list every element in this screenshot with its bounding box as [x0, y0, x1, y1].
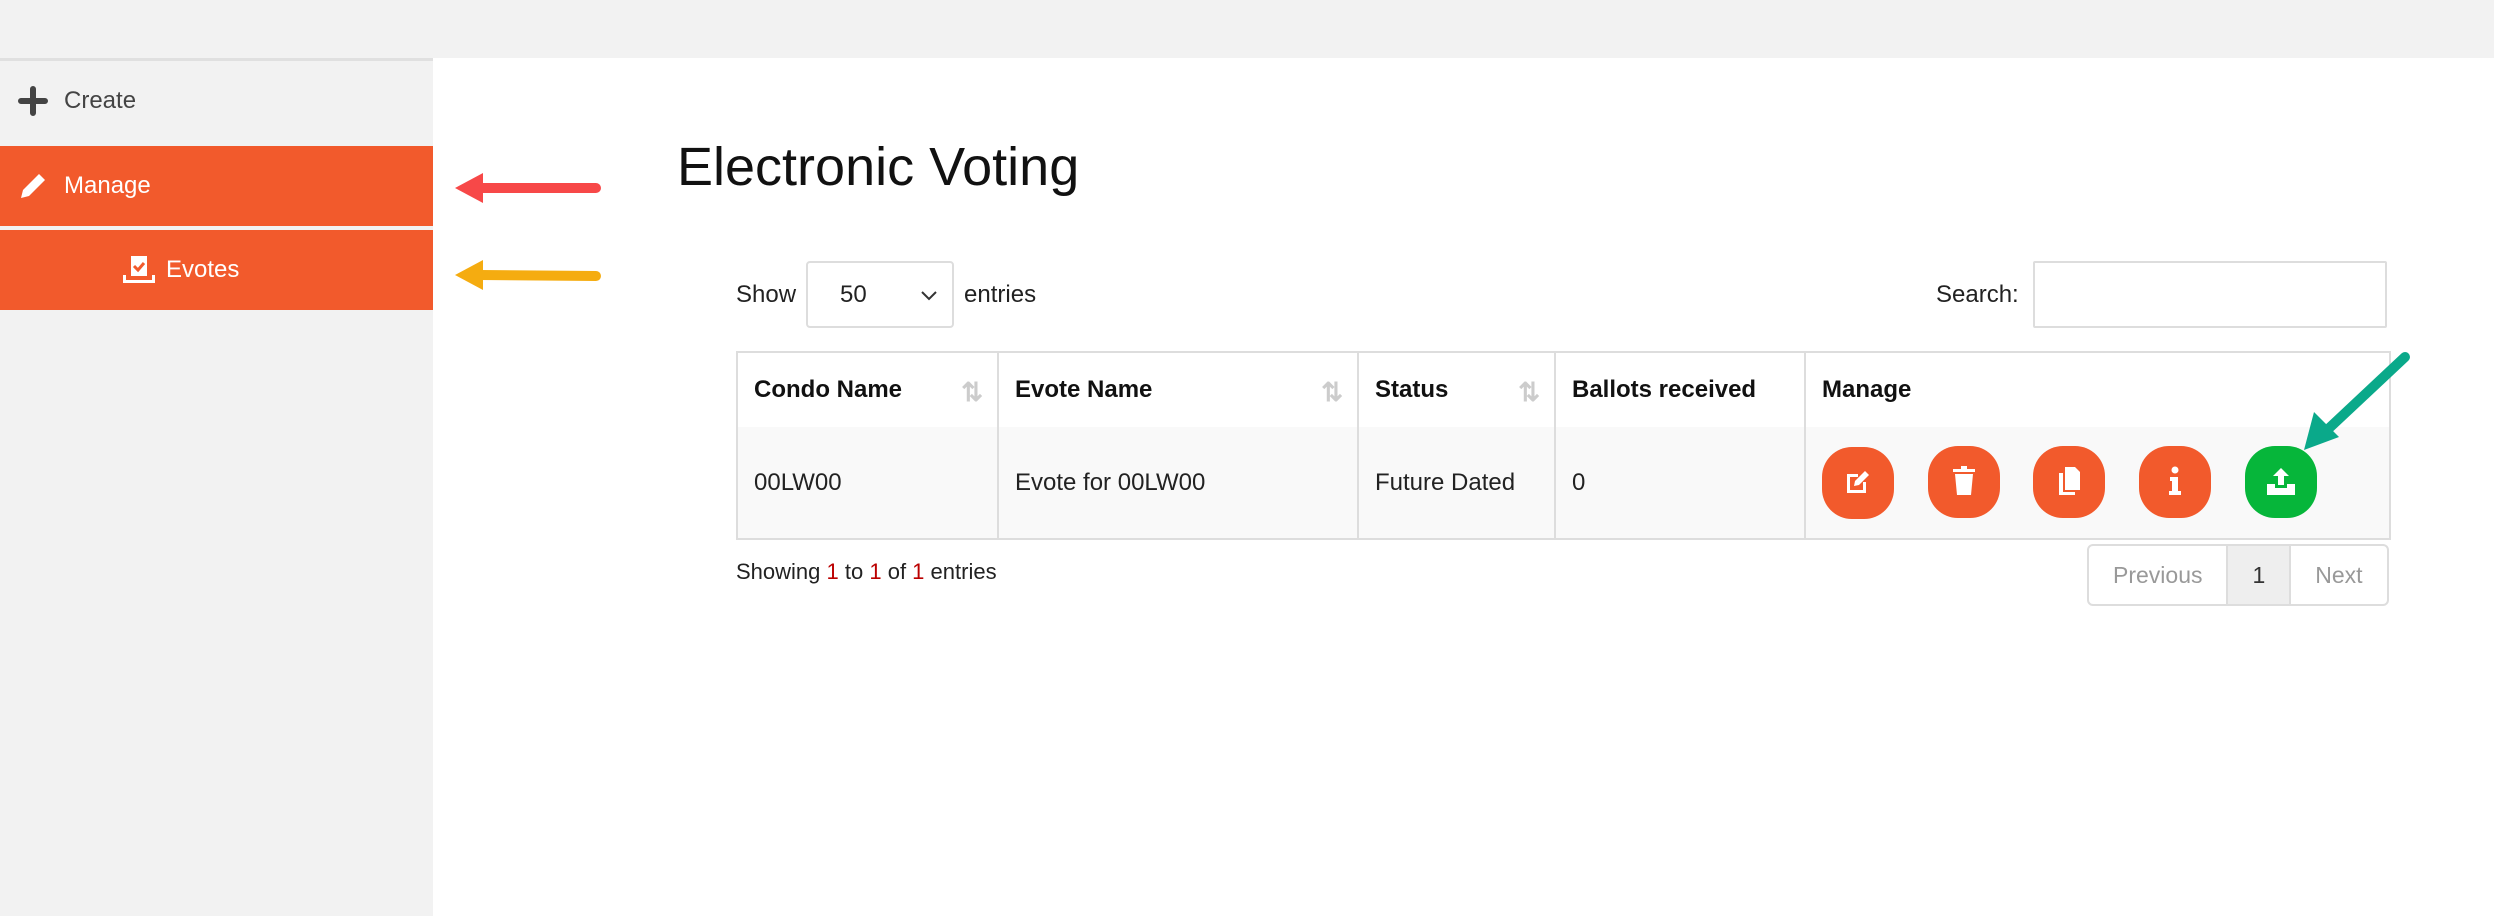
- info-button[interactable]: [2139, 446, 2212, 518]
- search: Search:: [1936, 261, 2387, 328]
- edit-icon: [1844, 468, 1872, 499]
- sidebar-item-create[interactable]: Create: [0, 61, 433, 141]
- show-label: Show: [736, 280, 797, 308]
- info-text: entries: [924, 559, 997, 584]
- info-end: 1: [869, 559, 882, 584]
- header-label: Ballots received: [1572, 376, 1757, 403]
- header-label: Status: [1375, 376, 1449, 403]
- column-condo-name[interactable]: Condo Name ⇅: [737, 352, 999, 427]
- cell-manage: [1805, 427, 2390, 539]
- sidebar-item-evotes[interactable]: Evotes: [0, 230, 433, 310]
- info-start: 1: [826, 559, 839, 584]
- page-1-button[interactable]: 1: [2226, 546, 2292, 604]
- chevron-down-icon: [920, 281, 938, 309]
- plus-icon: [16, 84, 50, 118]
- upload-icon: [2266, 466, 2296, 499]
- info-icon: [2168, 466, 2182, 499]
- copy-button[interactable]: [2033, 446, 2106, 518]
- column-evote-name[interactable]: Evote Name ⇅: [998, 352, 1359, 427]
- yellow-arrow: [455, 260, 601, 290]
- next-button[interactable]: Next: [2291, 546, 2386, 604]
- trash-icon: [1952, 465, 1976, 499]
- column-status[interactable]: Status ⇅: [1358, 352, 1556, 427]
- sidebar-item-label: Create: [64, 87, 137, 114]
- table-row: 00LW00 Evote for 00LW00 Future Dated 0: [737, 427, 2390, 539]
- red-arrow: [455, 173, 601, 203]
- evotes-table: Condo Name ⇅ Evote Name ⇅ Status ⇅ Ballots …: [736, 351, 2391, 540]
- page-title: Electronic Voting: [677, 137, 1080, 197]
- previous-button[interactable]: Previous: [2089, 546, 2226, 604]
- header-label: Manage: [1822, 376, 1912, 403]
- copy-icon: [2057, 466, 2081, 499]
- table-info: Showing 1 to 1 of 1 entries: [736, 559, 997, 585]
- info-text: of: [881, 559, 913, 584]
- edit-button[interactable]: [1822, 447, 1894, 519]
- pagination: Previous 1 Next: [2087, 544, 2389, 606]
- sort-icon: ⇅: [1321, 377, 1343, 407]
- column-ballots: Ballots received: [1555, 352, 1806, 427]
- cell-status: Future Dated: [1358, 427, 1556, 539]
- info-text: Showing: [736, 559, 827, 584]
- sidebar-item-label: Manage: [64, 172, 151, 199]
- cell-evote: Evote for 00LW00: [998, 427, 1359, 539]
- table-header: Condo Name ⇅ Evote Name ⇅ Status ⇅ Ballots …: [737, 352, 2390, 427]
- info-text: to: [838, 559, 870, 584]
- sort-icon: ⇅: [961, 377, 983, 407]
- search-input[interactable]: [2032, 261, 2387, 328]
- upload-button[interactable]: [2244, 446, 2317, 518]
- entries-label: entries: [964, 280, 1037, 308]
- cell-condo: 00LW00: [737, 427, 999, 539]
- ballot-box-icon: [122, 253, 156, 287]
- sort-icon: ⇅: [1518, 377, 1540, 407]
- sidebar: Create Manage Evotes: [0, 58, 433, 916]
- sidebar-item-label: Evotes: [166, 256, 240, 283]
- entries-select[interactable]: 50: [806, 261, 955, 328]
- info-total: 1: [912, 559, 925, 584]
- header-label: Condo Name: [754, 376, 903, 403]
- column-manage: Manage: [1805, 352, 2390, 427]
- cell-ballots: 0: [1555, 427, 1806, 539]
- entries-value: 50: [840, 280, 867, 308]
- header-label: Evote Name: [1015, 376, 1153, 403]
- delete-button[interactable]: [1927, 446, 2000, 518]
- pencil-icon: [16, 169, 50, 203]
- entries-length: Show 50 entries: [736, 261, 1036, 328]
- sidebar-item-manage[interactable]: Manage: [0, 146, 433, 226]
- top-bar: [0, 0, 2494, 58]
- search-label: Search:: [1936, 280, 2019, 308]
